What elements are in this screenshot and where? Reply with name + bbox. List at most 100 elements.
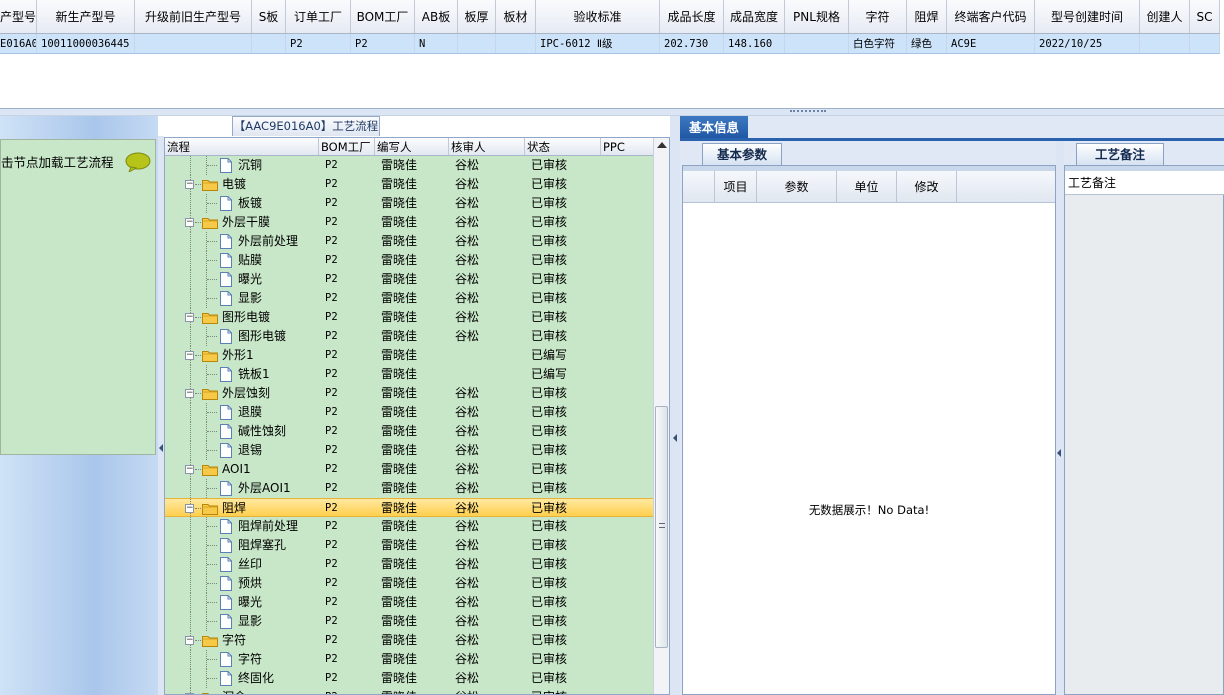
bom-factory-cell[interactable]: P2: [319, 669, 375, 688]
writer-cell[interactable]: 雷晓佳: [375, 555, 449, 574]
ppc-cell[interactable]: [601, 536, 655, 555]
grid-cell[interactable]: IPC-6012 Ⅱ级: [536, 34, 660, 53]
tree-column-header[interactable]: 状态: [525, 138, 601, 155]
tree-row[interactable]: 阻焊塞孔 P2 雷晓佳 谷松 已审核: [165, 536, 655, 555]
splitter-grip-icon[interactable]: [790, 110, 826, 114]
tree-node-cell[interactable]: 字符: [165, 650, 319, 669]
tree-node-cell[interactable]: 终固化: [165, 669, 319, 688]
expand-collapse-icon[interactable]: −: [185, 465, 194, 474]
ppc-cell[interactable]: [601, 308, 655, 327]
expand-collapse-icon[interactable]: −: [185, 389, 194, 398]
tree-node-cell[interactable]: 图形电镀: [165, 327, 319, 346]
grid-column-header[interactable]: 升级前旧生产型号: [135, 0, 252, 33]
ppc-cell[interactable]: [601, 669, 655, 688]
status-cell[interactable]: 已审核: [525, 213, 601, 232]
writer-cell[interactable]: 雷晓佳: [375, 593, 449, 612]
writer-cell[interactable]: 雷晓佳: [375, 289, 449, 308]
ppc-cell[interactable]: [601, 327, 655, 346]
tree-node-cell[interactable]: − 外形1: [165, 346, 319, 365]
grid-cell[interactable]: N: [415, 34, 458, 53]
collapse-right-icon[interactable]: [1057, 449, 1061, 457]
writer-cell[interactable]: 雷晓佳: [375, 536, 449, 555]
ppc-cell[interactable]: [601, 213, 655, 232]
ppc-cell[interactable]: [601, 175, 655, 194]
bom-factory-cell[interactable]: P2: [319, 365, 375, 384]
ppc-cell[interactable]: [601, 384, 655, 403]
tree-node-cell[interactable]: 沉铜: [165, 156, 319, 175]
writer-cell[interactable]: 雷晓佳: [375, 308, 449, 327]
status-cell[interactable]: 已审核: [525, 536, 601, 555]
writer-cell[interactable]: 雷晓佳: [375, 156, 449, 175]
reviewer-cell[interactable]: 谷松: [449, 650, 525, 669]
reviewer-cell[interactable]: 谷松: [449, 156, 525, 175]
expand-collapse-icon[interactable]: −: [185, 636, 194, 645]
bom-factory-cell[interactable]: P2: [319, 612, 375, 631]
reviewer-cell[interactable]: 谷松: [449, 384, 525, 403]
writer-cell[interactable]: 雷晓佳: [375, 612, 449, 631]
status-cell[interactable]: 已编写: [525, 346, 601, 365]
tree-node-cell[interactable]: 显影: [165, 612, 319, 631]
reviewer-cell[interactable]: 谷松: [449, 251, 525, 270]
reviewer-cell[interactable]: 谷松: [449, 536, 525, 555]
reviewer-cell[interactable]: 谷松: [449, 270, 525, 289]
tree-node-cell[interactable]: 曝光: [165, 593, 319, 612]
ppc-cell[interactable]: [601, 631, 655, 650]
horizontal-splitter[interactable]: [0, 108, 1224, 116]
ppc-cell[interactable]: [601, 650, 655, 669]
tree-row[interactable]: 退锡 P2 雷晓佳 谷松 已审核: [165, 441, 655, 460]
expand-collapse-icon[interactable]: −: [185, 504, 194, 513]
status-cell[interactable]: 已审核: [525, 593, 601, 612]
writer-cell[interactable]: 雷晓佳: [375, 479, 449, 498]
grid-selected-row[interactable]: E016A0 10011000036445 P2 P2 N IPC-6012 Ⅱ级 202.…: [0, 34, 1220, 54]
tree-node-cell[interactable]: 外层AOI1: [165, 479, 319, 498]
tree-row[interactable]: 外层AOI1 P2 雷晓佳 谷松 已审核: [165, 479, 655, 498]
writer-cell[interactable]: 雷晓佳: [375, 251, 449, 270]
tree-row[interactable]: 显影 P2 雷晓佳 谷松 已审核: [165, 612, 655, 631]
status-cell[interactable]: 已审核: [525, 612, 601, 631]
writer-cell[interactable]: 雷晓佳: [375, 327, 449, 346]
ppc-cell[interactable]: [601, 574, 655, 593]
grid-cell[interactable]: [135, 34, 252, 53]
tree-row[interactable]: 贴膜 P2 雷晓佳 谷松 已审核: [165, 251, 655, 270]
bom-factory-cell[interactable]: P2: [319, 194, 375, 213]
bom-factory-cell[interactable]: P2: [319, 593, 375, 612]
status-cell[interactable]: 已审核: [525, 232, 601, 251]
writer-cell[interactable]: 雷晓佳: [375, 650, 449, 669]
ppc-cell[interactable]: [601, 422, 655, 441]
ppc-cell[interactable]: [601, 156, 655, 175]
status-cell[interactable]: 已审核: [525, 194, 601, 213]
tree-node-cell[interactable]: 板镀: [165, 194, 319, 213]
tree-node-cell[interactable]: 阻焊塞孔: [165, 536, 319, 555]
reviewer-cell[interactable]: 谷松: [449, 631, 525, 650]
grid-column-header[interactable]: S板: [252, 0, 286, 33]
bom-factory-cell[interactable]: P2: [319, 308, 375, 327]
tree-node-cell[interactable]: − 图形电镀: [165, 308, 319, 327]
grid-column-header[interactable]: BOM工厂: [351, 0, 415, 33]
grid-column-header[interactable]: 订单工厂: [286, 0, 351, 33]
writer-cell[interactable]: 雷晓佳: [375, 460, 449, 479]
status-cell[interactable]: 已审核: [525, 327, 601, 346]
tree-column-header[interactable]: PPC: [601, 138, 655, 155]
writer-cell[interactable]: 雷晓佳: [375, 517, 449, 536]
writer-cell[interactable]: 雷晓佳: [375, 365, 449, 384]
collapse-middle-icon[interactable]: [673, 434, 677, 442]
bom-factory-cell[interactable]: P2: [319, 499, 375, 516]
ppc-cell[interactable]: [601, 593, 655, 612]
grid-column-header[interactable]: AB板: [415, 0, 458, 33]
bom-factory-cell[interactable]: P2: [319, 574, 375, 593]
grid-cell[interactable]: [458, 34, 496, 53]
reviewer-cell[interactable]: 谷松: [449, 460, 525, 479]
tree-row[interactable]: −沉金P2雷晓佳谷松已审核: [165, 688, 655, 694]
reviewer-cell[interactable]: 谷松: [449, 593, 525, 612]
ppc-cell[interactable]: [601, 499, 655, 516]
params-column-header[interactable]: 单位: [837, 171, 897, 202]
bom-factory-cell[interactable]: P2: [319, 346, 375, 365]
tree-row[interactable]: 阻焊前处理 P2 雷晓佳 谷松 已审核: [165, 517, 655, 536]
params-column-header[interactable]: 参数: [757, 171, 837, 202]
bom-factory-cell[interactable]: P2: [319, 422, 375, 441]
tab-process-notes[interactable]: 工艺备注: [1076, 143, 1164, 165]
ppc-cell[interactable]: [601, 688, 655, 694]
reviewer-cell[interactable]: 谷松: [449, 517, 525, 536]
tree-row[interactable]: − 外层干膜 P2 雷晓佳 谷松 已审核: [165, 213, 655, 232]
params-column-header[interactable]: 修改: [897, 171, 957, 202]
